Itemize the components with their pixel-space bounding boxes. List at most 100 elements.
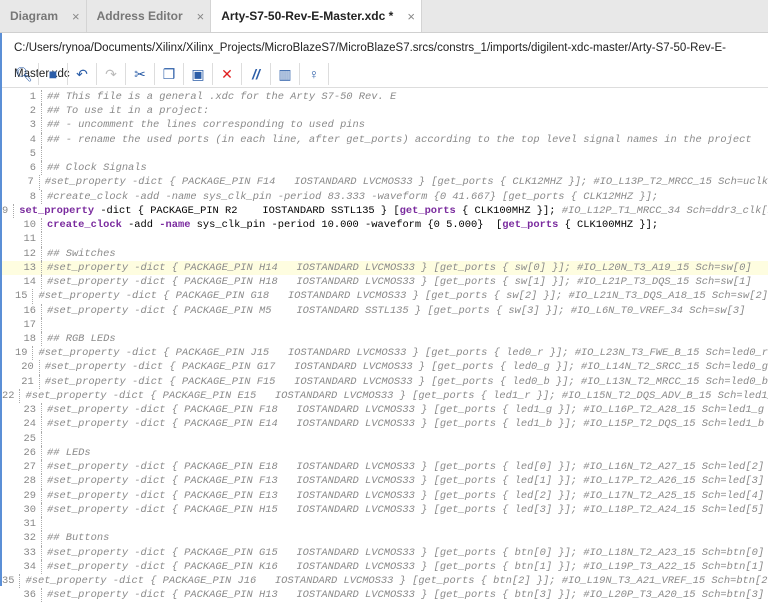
tab-label: Diagram [10, 9, 58, 23]
code-line[interactable]: 18## RGB LEDs [2, 332, 768, 346]
code-line[interactable]: 15#set_property -dict { PACKAGE_PIN G18 … [2, 289, 768, 303]
keyword-text: set_property [19, 204, 94, 218]
code-line[interactable]: 7 #set_property -dict { PACKAGE_PIN F14 I… [2, 175, 768, 189]
comment-text: #create_clock -add -name sys_clk_pin -pe… [47, 190, 658, 204]
code-line[interactable]: 21#set_property -dict { PACKAGE_PIN F15 … [2, 375, 768, 389]
comment-text: #set_property -dict { PACKAGE_PIN H14 IO… [47, 261, 752, 275]
comment-text: #set_property -dict { PACKAGE_PIN F18 IO… [47, 403, 764, 417]
code-line[interactable]: 2 ## To use it in a project: [2, 104, 768, 118]
comment-text: #set_property -dict { PACKAGE_PIN G15 IO… [47, 546, 764, 560]
cut-button[interactable]: ✂ [126, 63, 155, 85]
line-number: 21 [2, 375, 40, 389]
code-line[interactable]: 8#create_clock -add -name sys_clk_pin -p… [2, 190, 768, 204]
redo-button[interactable]: ↷ [97, 63, 126, 85]
code-line[interactable]: 30#set_property -dict { PACKAGE_PIN H15 … [2, 503, 768, 517]
code-line[interactable]: 22#set_property -dict { PACKAGE_PIN E15 … [2, 389, 768, 403]
file-path: C:/Users/rynoa/Documents/Xilinx/Xilinx_P… [2, 35, 768, 61]
code-line[interactable]: 33#set_property -dict { PACKAGE_PIN G15 … [2, 546, 768, 560]
code-line[interactable]: 29#set_property -dict { PACKAGE_PIN E13 … [2, 489, 768, 503]
comment-text: #set_property -dict { PACKAGE_PIN J16 IO… [25, 574, 768, 588]
line-number: 12 [2, 247, 42, 261]
lightbulb-icon: ♀ [309, 66, 320, 82]
undo-icon: ↶ [76, 66, 88, 83]
line-number: 36 [2, 588, 42, 602]
search-button[interactable]: 🔍︎ [10, 63, 39, 85]
copy-button[interactable]: ❐ [155, 63, 184, 85]
paste-button[interactable]: ▣ [184, 63, 213, 85]
comment-text: ## To use it in a project: [47, 104, 209, 118]
editor-toolbar: 🔍︎ ■ ↶ ↷✂❐▣✕ // ▥ ♀ [2, 61, 768, 88]
line-number: 14 [2, 275, 42, 289]
comment-text: #set_property -dict { PACKAGE_PIN H18 IO… [47, 275, 752, 289]
code-line[interactable]: 35#set_property -dict { PACKAGE_PIN J16 … [2, 574, 768, 588]
delete-button[interactable]: ✕ [213, 63, 242, 85]
comment-text: ## Clock Signals [47, 161, 147, 175]
code-line[interactable]: 14 #set_property -dict { PACKAGE_PIN H18 … [2, 275, 768, 289]
code-line[interactable]: 34 #set_property -dict { PACKAGE_PIN K16 … [2, 560, 768, 574]
code-editor[interactable]: 1 ## This file is a general .xdc for the … [2, 88, 768, 602]
comment-icon: // [252, 66, 260, 82]
line-number: 16 [2, 304, 42, 318]
code-line[interactable]: 4## - rename the used ports (in each lin… [2, 133, 768, 147]
code-line[interactable]: 16#set_property -dict { PACKAGE_PIN M5 I… [2, 304, 768, 318]
line-number: 32 [2, 531, 42, 545]
comment-text: #set_property -dict { PACKAGE_PIN H13 IO… [47, 588, 764, 602]
line-number: 4 [2, 133, 42, 147]
line-number: 30 [2, 503, 42, 517]
comment-text: #set_property -dict { PACKAGE_PIN K16 IO… [47, 560, 764, 574]
line-number: 26 [2, 446, 42, 460]
comment-text: ## This file is a general .xdc for the A… [47, 90, 396, 104]
code-line[interactable]: 17 [2, 318, 768, 332]
code-line[interactable]: 6## Clock Signals [2, 161, 768, 175]
comment-text: #IO_L12P_T1_MRCC_34 Sch=ddr3_clk[200] [562, 204, 768, 218]
columns-button[interactable]: ▥ [271, 63, 300, 85]
line-number: 7 [2, 175, 40, 189]
code-line[interactable]: 13 #set_property -dict { PACKAGE_PIN H14 … [2, 261, 768, 275]
save-button[interactable]: ■ [39, 63, 68, 85]
comment-text: ## Switches [47, 247, 116, 261]
comment-text: #set_property -dict { PACKAGE_PIN F14 IO… [45, 175, 768, 189]
code-text: -dict { PACKAGE_PIN R2 IOSTANDARD SSTL13… [94, 204, 400, 218]
code-line[interactable]: 32## Buttons [2, 531, 768, 545]
tab-arty-s7-50-rev-e-master-xdc[interactable]: Arty-S7-50-Rev-E-Master.xdc * × [211, 0, 422, 32]
comment-text: #set_property -dict { PACKAGE_PIN G17 IO… [45, 360, 768, 374]
code-line[interactable]: 31 [2, 517, 768, 531]
close-icon[interactable]: × [407, 9, 415, 24]
code-line[interactable]: 19#set_property -dict { PACKAGE_PIN J15 … [2, 346, 768, 360]
comment-text: #set_property -dict { PACKAGE_PIN F13 IO… [47, 474, 764, 488]
comment-text: ## LEDs [47, 446, 91, 460]
code-line[interactable]: 9set_property -dict { PACKAGE_PIN R2 IOS… [2, 204, 768, 218]
tab-diagram[interactable]: Diagram × [0, 0, 87, 32]
line-number: 17 [2, 318, 42, 332]
code-line[interactable]: 20#set_property -dict { PACKAGE_PIN G17 … [2, 360, 768, 374]
line-number: 1 [2, 90, 42, 104]
close-icon[interactable]: × [197, 9, 205, 24]
code-line[interactable]: 28#set_property -dict { PACKAGE_PIN F13 … [2, 474, 768, 488]
undo-button[interactable]: ↶ [68, 63, 97, 85]
tab-label: Arty-S7-50-Rev-E-Master.xdc * [221, 9, 393, 23]
comment-button[interactable]: // [242, 63, 271, 85]
save-icon: ■ [49, 66, 57, 82]
line-number: 5 [2, 147, 42, 161]
code-line[interactable]: 23#set_property -dict { PACKAGE_PIN F18 … [2, 403, 768, 417]
keyword-text: get_ports [502, 218, 558, 232]
line-number: 13 [2, 261, 42, 275]
code-line[interactable]: 27#set_property -dict { PACKAGE_PIN E18 … [2, 460, 768, 474]
code-line[interactable]: 3## - uncomment the lines corresponding … [2, 118, 768, 132]
close-icon[interactable]: × [72, 9, 80, 24]
code-line[interactable]: 10create_clock -add -name sys_clk_pin -p… [2, 218, 768, 232]
code-line[interactable]: 26 ## LEDs [2, 446, 768, 460]
tab-address-editor[interactable]: Address Editor × [87, 0, 212, 32]
line-number: 34 [2, 560, 42, 574]
code-line[interactable]: 11 [2, 232, 768, 246]
code-line[interactable]: 5 [2, 147, 768, 161]
code-line[interactable]: 24#set_property -dict { PACKAGE_PIN E14 … [2, 417, 768, 431]
tab-label: Address Editor [97, 9, 183, 23]
code-line[interactable]: 1 ## This file is a general .xdc for the … [2, 90, 768, 104]
comment-text: #set_property -dict { PACKAGE_PIN G18 IO… [38, 289, 768, 303]
code-line[interactable]: 36 #set_property -dict { PACKAGE_PIN H13 … [2, 588, 768, 602]
code-line[interactable]: 12 ## Switches [2, 247, 768, 261]
line-number: 2 [2, 104, 42, 118]
code-line[interactable]: 25 [2, 432, 768, 446]
lightbulb-button[interactable]: ♀ [300, 63, 329, 85]
